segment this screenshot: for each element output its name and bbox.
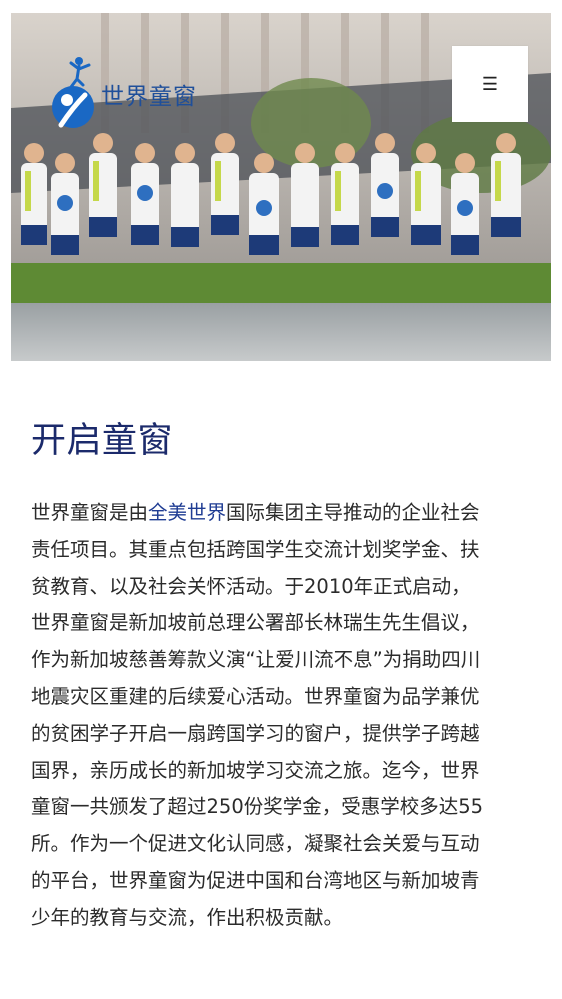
page: 世界童窗 ☰ 开启童窗 世界童窗是由全美世界国际集团主导推动的企业社会 责任项目… [0, 0, 562, 999]
paragraph-line: 作为新加坡慈善筹款义演“让爱川流不息”为捐助四川 [31, 648, 481, 672]
paragraph-line: 童窗一共颁发了超过250份奖学金，受惠学校多达55 [31, 795, 484, 819]
paragraph-line: 的贫困学子开启一扇跨国学习的窗户，提供学子跨越 [31, 721, 480, 745]
paragraph-line: 少年的教育与交流，作出积极贡献。 [31, 905, 344, 929]
hamburger-menu-icon: ☰ [481, 74, 499, 94]
paragraph-line: 地震灾区重建的后续爱心活动。世界童窗为品学兼优 [31, 684, 480, 708]
paragraph-line: 贫教育、以及社会关怀活动。于2010年正式启动， [31, 574, 471, 598]
paragraph-line: 世界童窗是由全美世界国际集团主导推动的企业社会 [31, 495, 533, 532]
intro-paragraph: 世界童窗是由全美世界国际集团主导推动的企业社会 责任项目。其重点包括跨国学生交流… [31, 495, 533, 937]
logo-text: 世界童窗 [101, 84, 197, 110]
paragraph-text: 国际集团主导推动的企业社会 [226, 501, 480, 524]
paragraph-line: 国界，亲历成长的新加坡学习交流之旅。迄今，世界 [31, 758, 480, 782]
hero-banner: 世界童窗 ☰ [11, 13, 551, 361]
group-link[interactable]: 全美世界 [148, 501, 226, 524]
page-title: 开启童窗 [31, 421, 174, 461]
jumping-child-logo-icon [52, 57, 94, 128]
paragraph-line: 所。作为一个促进文化认同感，凝聚社会关爱与互动 [31, 832, 480, 856]
paragraph-line: 世界童窗是新加坡前总理公署部长林瑞生先生倡议， [31, 611, 480, 635]
paragraph-line: 责任项目。其重点包括跨国学生交流计划奖学金、扶 [31, 537, 480, 561]
logo[interactable]: 世界童窗 [51, 55, 231, 135]
paragraph-line: 的平台，世界童窗为促进中国和台湾地区与新加坡青 [31, 868, 480, 892]
paragraph-text: 世界童窗是由 [31, 501, 149, 524]
menu-button[interactable]: ☰ [452, 46, 528, 122]
